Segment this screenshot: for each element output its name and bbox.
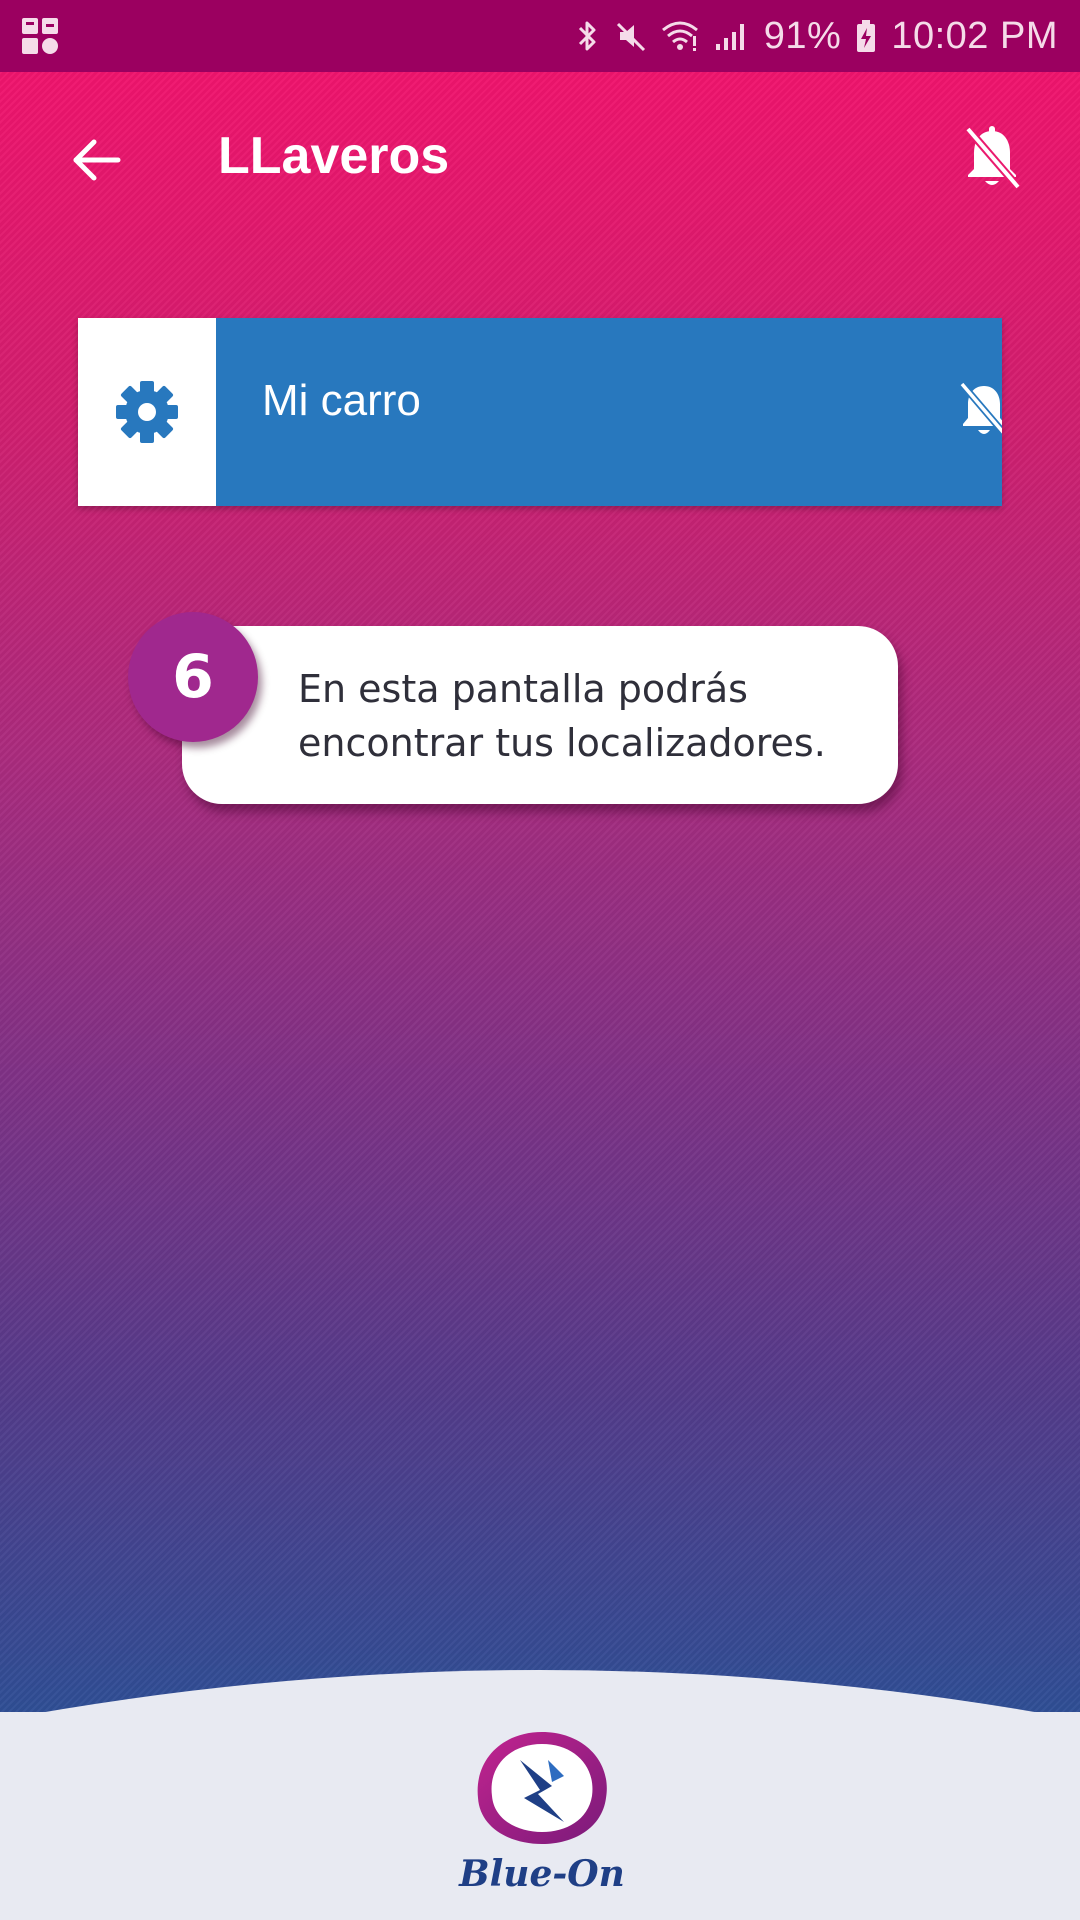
blue-on-logo: Blue-On	[458, 1732, 625, 1895]
battery-percentage: 91%	[763, 14, 842, 57]
clock: 10:02 PM	[891, 14, 1058, 57]
tutorial-text: En esta pantalla podrás encontrar tus lo…	[298, 667, 826, 765]
tutorial-step-badge: 6	[128, 612, 258, 742]
gear-icon	[116, 381, 178, 443]
page-title: LLaveros	[218, 127, 450, 185]
bell-off-icon	[960, 382, 1002, 437]
device-name-area[interactable]: Mi carro	[216, 318, 1002, 506]
bell-off-icon	[964, 126, 1022, 190]
status-icons: 91% 10:02 PM	[572, 0, 1058, 72]
notifications-toggle-button[interactable]	[952, 118, 1032, 198]
app-notification-icon	[22, 18, 58, 54]
back-button[interactable]	[60, 124, 132, 196]
device-notifications-button[interactable]	[960, 382, 1002, 442]
brand-name: Blue-On	[458, 1853, 625, 1895]
tutorial-tooltip: En esta pantalla podrás encontrar tus lo…	[182, 626, 898, 804]
device-settings-button[interactable]	[78, 318, 216, 506]
device-name: Mi carro	[262, 376, 421, 425]
main-content: LLaveros Mi carro En esta pantalla podrá…	[0, 72, 1080, 1712]
battery-charging-icon	[857, 20, 876, 52]
bluetooth-icon	[578, 21, 596, 51]
device-card[interactable]: Mi carro	[78, 318, 1002, 506]
arrow-back-icon	[73, 139, 121, 181]
footer: Blue-On	[0, 1660, 1080, 1920]
mute-icon	[616, 22, 645, 52]
status-bar: 91% 10:02 PM	[0, 0, 1080, 72]
app-bar: LLaveros	[0, 72, 1080, 242]
signal-icon	[715, 24, 744, 50]
wifi-icon	[661, 21, 698, 51]
